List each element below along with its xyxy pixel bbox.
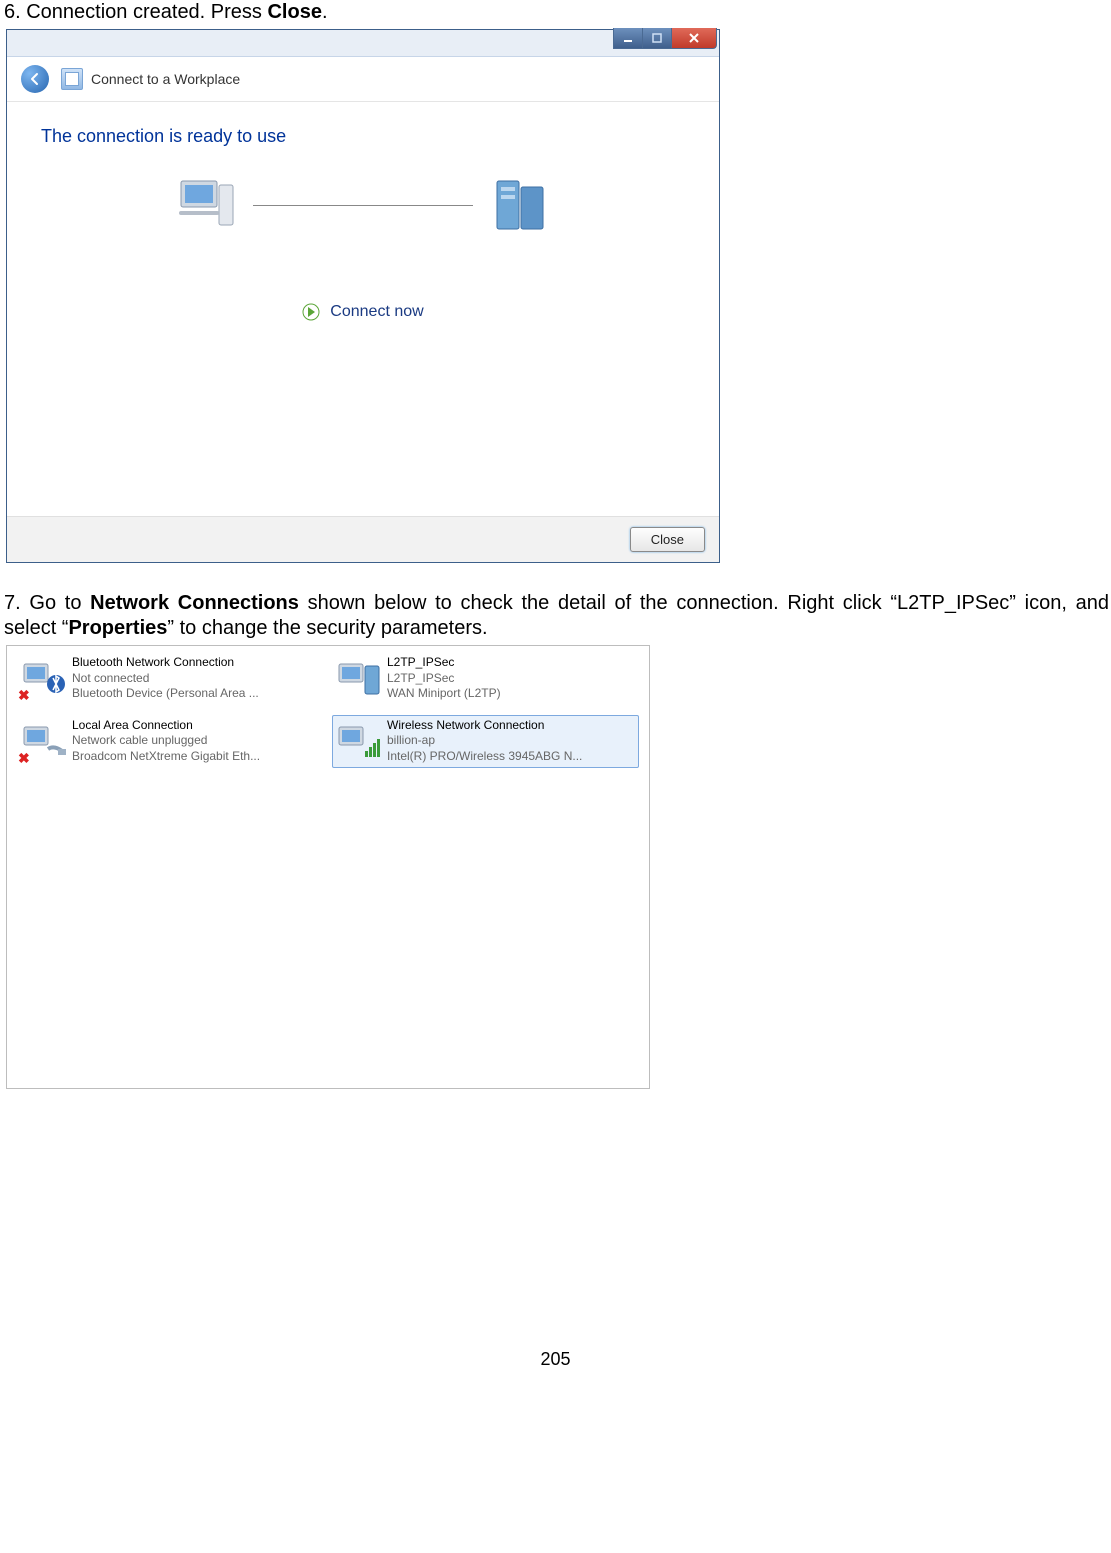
connection-device: WAN Miniport (L2TP)	[387, 686, 501, 702]
wizard-body: The connection is ready to use	[7, 102, 719, 516]
window-close-button[interactable]	[671, 28, 717, 49]
minimize-button[interactable]	[613, 28, 643, 49]
lan-icon: ✖	[22, 721, 66, 761]
connection-item[interactable]: ✖ Local Area Connection Network cable un…	[17, 715, 324, 768]
back-button[interactable]	[21, 65, 49, 93]
connection-status: Network cable unplugged	[72, 733, 260, 749]
connection-item[interactable]: L2TP_IPSec L2TP_IPSec WAN Miniport (L2TP…	[332, 652, 639, 705]
connection-title: Wireless Network Connection	[387, 718, 582, 734]
bluetooth-icon: ✖	[22, 658, 66, 698]
connection-text: L2TP_IPSec L2TP_IPSec WAN Miniport (L2TP…	[387, 655, 501, 702]
connection-text: Local Area Connection Network cable unpl…	[72, 718, 260, 765]
server-icon	[487, 177, 551, 233]
computer-icon	[175, 177, 239, 233]
step6-text: 6. Connection created. Press Close.	[4, 0, 1111, 25]
close-button[interactable]: Close	[630, 527, 705, 552]
step7-text: 7. Go to Network Connections shown below…	[4, 591, 1109, 641]
connection-item[interactable]: Wireless Network Connection billion-ap I…	[332, 715, 639, 768]
wifi-icon	[337, 721, 381, 761]
wizard-header: Connect to a Workplace	[7, 57, 719, 102]
connection-device: Intel(R) PRO/Wireless 3945ABG N...	[387, 749, 582, 765]
ready-heading: The connection is ready to use	[41, 126, 685, 147]
connection-title: Local Area Connection	[72, 718, 260, 734]
network-connections-panel: ✖ Bluetooth Network Connection Not conne…	[6, 645, 650, 1089]
step6-bold: Close	[267, 1, 321, 23]
connection-item[interactable]: ✖ Bluetooth Network Connection Not conne…	[17, 652, 324, 705]
titlebar	[7, 30, 719, 57]
connection-text: Wireless Network Connection billion-ap I…	[387, 718, 582, 765]
error-x-icon: ✖	[18, 751, 32, 765]
connection-title: Bluetooth Network Connection	[72, 655, 259, 671]
wizard-title: Connect to a Workplace	[91, 71, 240, 87]
connect-now-label: Connect now	[330, 303, 423, 321]
step6-suffix: .	[322, 1, 328, 23]
error-x-icon: ✖	[18, 688, 32, 702]
connection-diagram	[41, 177, 685, 233]
connection-title: L2TP_IPSec	[387, 655, 501, 671]
wizard-footer: Close	[7, 516, 719, 562]
step6-prefix: 6. Connection created. Press	[4, 1, 267, 23]
connection-status: billion-ap	[387, 733, 582, 749]
connection-device: Bluetooth Device (Personal Area ...	[72, 686, 259, 702]
connection-status: L2TP_IPSec	[387, 671, 501, 687]
step7-t1: 7. Go to	[4, 592, 90, 614]
connection-device: Broadcom NetXtreme Gigabit Eth...	[72, 749, 260, 765]
connection-text: Bluetooth Network Connection Not connect…	[72, 655, 259, 702]
step7-b2: Properties	[68, 617, 167, 639]
workplace-icon	[61, 68, 83, 90]
vpn-icon	[337, 658, 381, 698]
connection-line	[253, 205, 473, 206]
maximize-button[interactable]	[642, 28, 672, 49]
window-buttons	[614, 28, 717, 49]
page-number: 205	[0, 1349, 1111, 1370]
connect-now-row[interactable]: Connect now	[41, 303, 685, 321]
arrow-right-icon	[302, 303, 320, 321]
step7-b1: Network Connections	[90, 592, 299, 614]
step7-t3: ” to change the security parameters.	[167, 617, 487, 639]
wizard-window: Connect to a Workplace The connection is…	[6, 29, 720, 563]
connection-status: Not connected	[72, 671, 259, 687]
